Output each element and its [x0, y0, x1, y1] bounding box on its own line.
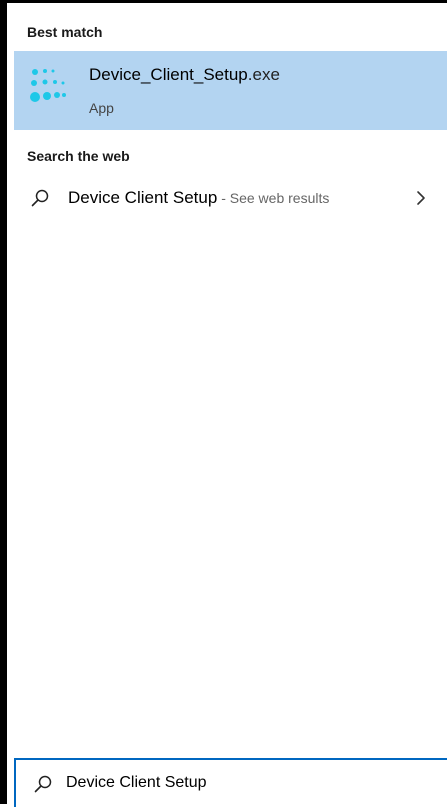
best-match-result[interactable]: Device_Client_Setup.exe App: [14, 51, 447, 130]
search-the-web-header: Search the web: [27, 148, 130, 164]
app-dots-icon: [30, 69, 66, 102]
chevron-right-icon[interactable]: [414, 190, 428, 206]
search-input[interactable]: [66, 770, 436, 796]
web-query: Device Client Setup: [68, 188, 218, 207]
app-type-label: App: [89, 100, 114, 116]
search-box[interactable]: [14, 758, 447, 807]
app-extension: .exe: [247, 65, 280, 84]
app-name-text: Device_Client_Setup: [89, 65, 248, 84]
web-results-hint: - See web results: [217, 190, 330, 206]
best-match-header: Best match: [27, 24, 103, 40]
web-search-result[interactable]: Device Client Setup - See web results: [14, 181, 447, 217]
search-icon: [34, 775, 52, 793]
search-icon: [31, 189, 49, 207]
app-name: Device_Client_Setup.exe: [89, 65, 280, 85]
web-query-text: Device Client Setup - See web results: [68, 188, 329, 208]
search-results-panel: Best match Device_Client_Setup.exe App S…: [0, 0, 447, 807]
